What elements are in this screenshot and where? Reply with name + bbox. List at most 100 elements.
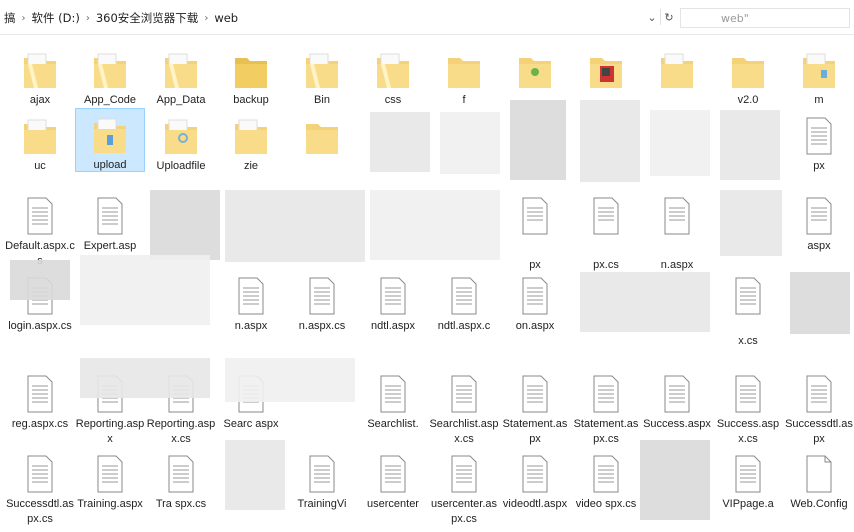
file-item[interactable]: videodtl.aspx: [500, 448, 570, 512]
folder-label: App_Data: [156, 94, 206, 106]
folder-icon: [519, 58, 551, 88]
folder-item-selected[interactable]: upload: [75, 108, 145, 172]
file-item[interactable]: Successdtl.aspx: [784, 368, 854, 447]
mosaic-patch: [225, 358, 355, 402]
breadcrumb-current[interactable]: web: [214, 11, 238, 25]
folder-item[interactable]: [571, 44, 641, 93]
file-label: px.cs: [593, 259, 619, 271]
file-item[interactable]: Statement.aspx.cs: [571, 368, 641, 447]
folder-item[interactable]: [500, 44, 570, 93]
file-item[interactable]: video spx.cs: [571, 448, 641, 512]
file-label: aspx: [807, 240, 831, 252]
file-label: Searchlist.aspx.cs: [429, 418, 499, 445]
folder-item[interactable]: v2.0: [713, 44, 783, 108]
file-item[interactable]: Successdtl.aspx.cs: [5, 448, 75, 527]
document-icon: [238, 277, 264, 315]
file-item[interactable]: Expert.asp: [75, 190, 145, 254]
address-bar[interactable]: 搞 › 软件 (D:) › 360安全浏览器下载 › web ⌄ ↻ web": [0, 0, 854, 35]
folder-item[interactable]: [642, 44, 712, 93]
folder-icon: [661, 53, 693, 88]
folder-item[interactable]: zie: [216, 110, 286, 174]
folder-item[interactable]: [287, 110, 357, 159]
mosaic-patch: [650, 110, 710, 176]
file-label: ndtl.aspx: [370, 320, 416, 332]
file-item[interactable]: usercenter: [358, 448, 428, 512]
file-item[interactable]: n.aspx: [642, 190, 712, 273]
file-item[interactable]: Success.aspx.cs: [713, 368, 783, 447]
file-item[interactable]: n.aspx: [216, 270, 286, 334]
folder-label: Bin: [314, 94, 330, 106]
document-icon: [593, 197, 619, 235]
config-file-icon: [806, 455, 832, 493]
mosaic-patch: [370, 190, 500, 260]
document-icon: [309, 455, 335, 493]
file-item[interactable]: Statement.aspx: [500, 368, 570, 447]
breadcrumb-root[interactable]: 搞: [4, 10, 16, 26]
folder-label: upload: [93, 159, 127, 171]
folder-item[interactable]: m: [784, 44, 854, 108]
folder-item[interactable]: f: [429, 44, 499, 108]
file-item[interactable]: ndtl.aspx: [358, 270, 428, 334]
breadcrumb-drive[interactable]: 软件 (D:): [32, 10, 80, 26]
folder-item[interactable]: App_Data: [146, 44, 216, 108]
file-item[interactable]: TrainingVi: [287, 448, 357, 512]
file-item[interactable]: Default.aspx.cs: [5, 190, 75, 269]
file-label: px: [813, 160, 825, 172]
file-item[interactable]: Tra spx.cs: [146, 448, 216, 512]
folder-icon: [590, 58, 622, 88]
file-label: Statement.aspx: [502, 418, 568, 445]
file-item[interactable]: Web.Config: [784, 448, 854, 512]
folder-item[interactable]: ajax: [5, 44, 75, 108]
file-item[interactable]: px: [500, 190, 570, 273]
search-input[interactable]: web": [680, 8, 850, 28]
folder-item[interactable]: css: [358, 44, 428, 108]
file-label: Success.aspx.cs: [716, 418, 780, 445]
folder-icon: [377, 53, 409, 88]
document-icon: [451, 277, 477, 315]
folder-item[interactable]: App_Code: [75, 44, 145, 108]
folder-item[interactable]: Uploadfile: [146, 110, 216, 174]
chevron-right-icon[interactable]: ›: [204, 13, 208, 24]
file-item[interactable]: VIPpage.a: [713, 448, 783, 512]
folder-label: v2.0: [737, 94, 759, 106]
file-item[interactable]: px.cs: [571, 190, 641, 273]
file-item[interactable]: x.cs: [713, 270, 783, 349]
file-label: reg.aspx.cs: [11, 418, 69, 430]
document-icon: [664, 197, 690, 235]
mosaic-patch: [510, 100, 566, 180]
file-label: n.aspx.cs: [298, 320, 346, 332]
file-item[interactable]: Searchlist.aspx.cs: [429, 368, 499, 447]
document-icon: [451, 455, 477, 493]
mosaic-patch: [720, 110, 780, 180]
chevron-right-icon[interactable]: ›: [22, 13, 26, 24]
folder-icon: [306, 124, 338, 154]
document-icon: [309, 277, 335, 315]
folder-item[interactable]: backup: [216, 44, 286, 108]
file-item[interactable]: reg.aspx.cs: [5, 368, 75, 432]
chevron-right-icon[interactable]: ›: [86, 13, 90, 24]
file-item[interactable]: ndtl.aspx.c: [429, 270, 499, 334]
file-item[interactable]: on.aspx: [500, 270, 570, 334]
file-item[interactable]: px: [784, 110, 854, 174]
mosaic-patch: [720, 190, 782, 256]
file-label: VIPpage.a: [722, 498, 774, 510]
file-item[interactable]: Training.aspx: [75, 448, 145, 512]
document-icon: [806, 117, 832, 155]
file-item[interactable]: aspx: [784, 190, 854, 254]
folder-label: f: [462, 94, 466, 106]
search-text: web": [721, 12, 749, 25]
refresh-icon[interactable]: ↻: [660, 9, 677, 25]
breadcrumb-folder[interactable]: 360安全浏览器下载: [96, 10, 198, 26]
file-item[interactable]: n.aspx.cs: [287, 270, 357, 334]
document-icon: [97, 197, 123, 235]
file-item[interactable]: Success.aspx: [642, 368, 712, 432]
file-item[interactable]: usercenter.aspx.cs: [429, 448, 499, 527]
breadcrumb[interactable]: 搞 › 软件 (D:) › 360安全浏览器下载 › web: [4, 10, 238, 26]
file-item[interactable]: Searchlist.: [358, 368, 428, 432]
folder-icon: [24, 53, 56, 88]
document-icon: [27, 375, 53, 413]
dropdown-icon[interactable]: ⌄: [644, 9, 660, 25]
folder-item[interactable]: uc: [5, 110, 75, 174]
document-icon: [522, 375, 548, 413]
folder-item[interactable]: Bin: [287, 44, 357, 108]
